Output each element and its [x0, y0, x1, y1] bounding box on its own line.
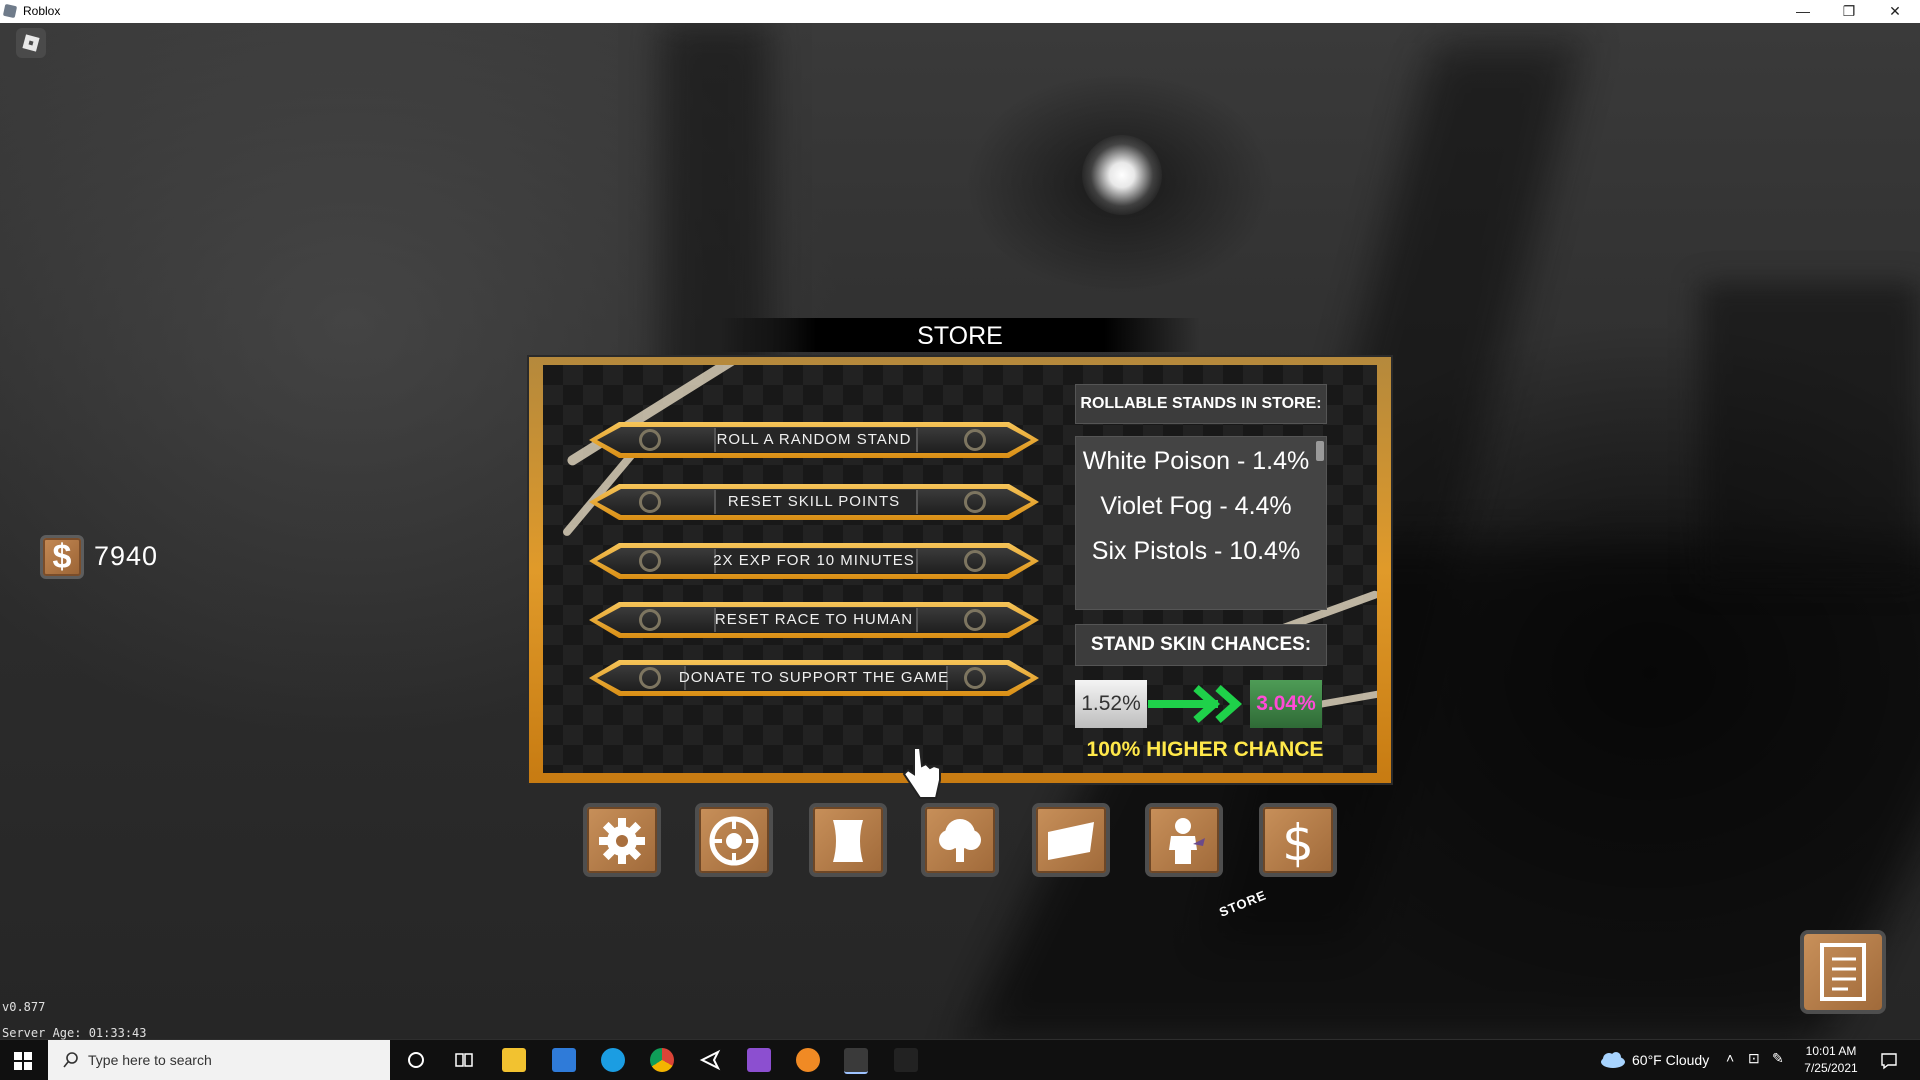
app-taskbar-icon[interactable]: [894, 1048, 918, 1072]
visual-studio-icon[interactable]: [747, 1048, 771, 1072]
dollar-icon: $: [1282, 814, 1314, 868]
roblox-menu-button[interactable]: [16, 28, 46, 58]
roblox-taskbar-icon[interactable]: [844, 1048, 868, 1074]
cortana-icon[interactable]: [404, 1048, 428, 1072]
dollar-icon: $: [40, 535, 84, 579]
device-icon[interactable]: ⊡: [1748, 1050, 1760, 1067]
button-label: ROLL A RANDOM STAND: [716, 431, 912, 448]
list-scrollbar[interactable]: [1316, 441, 1324, 461]
donate-button[interactable]: DONATE TO SUPPORT THE GAME: [589, 660, 1039, 696]
clock-date: 7/25/2021: [1804, 1061, 1858, 1075]
cloud-icon: [1601, 1052, 1625, 1068]
stand-entry: Violet Fog - 4.4%: [1100, 492, 1292, 520]
pen-icon[interactable]: ✎: [1772, 1050, 1784, 1067]
character-icon: [1169, 818, 1205, 864]
stats-button[interactable]: [695, 803, 773, 877]
button-label: DONATE TO SUPPORT THE GAME: [678, 669, 950, 686]
double-exp-button[interactable]: 2X EXP FOR 10 MINUTES: [589, 543, 1039, 579]
unity-icon[interactable]: [698, 1048, 722, 1072]
rollable-stands-header: ROLLABLE STANDS IN STORE:: [1075, 384, 1327, 424]
scroll-icon: [833, 820, 863, 862]
file-explorer-icon[interactable]: [502, 1048, 526, 1072]
search-placeholder: Type here to search: [88, 1052, 212, 1068]
reset-race-button[interactable]: RESET RACE TO HUMAN: [589, 602, 1039, 638]
clock-time: 10:01 AM: [1805, 1044, 1857, 1058]
gear-icon: [599, 818, 645, 864]
notification-icon[interactable]: [1880, 1052, 1898, 1070]
taskbar-clock[interactable]: 10:01 AM 7/25/2021: [1796, 1043, 1866, 1077]
double-arrow-icon: [1148, 685, 1243, 723]
search-icon: [63, 1052, 78, 1068]
store-button[interactable]: $: [1259, 803, 1337, 877]
reset-skill-points-button[interactable]: RESET SKILL POINTS: [589, 484, 1039, 520]
chrome-icon[interactable]: [650, 1048, 674, 1072]
windows-taskbar: Type here to search 60°F Cloudy ˄ ⊡ ✎ 10…: [0, 1040, 1920, 1080]
weather-text[interactable]: 60°F Cloudy: [1632, 1052, 1709, 1068]
minimize-button[interactable]: —: [1780, 0, 1826, 23]
banner-icon: [1048, 822, 1094, 860]
banner-button[interactable]: [1032, 803, 1110, 877]
scene-light: [1082, 135, 1162, 215]
settings-button[interactable]: [583, 803, 661, 877]
base-chance: 1.52%: [1075, 680, 1147, 728]
roblox-app-icon: [2, 3, 18, 19]
taskbar-search-input[interactable]: Type here to search: [48, 1040, 390, 1080]
window-title: Roblox: [23, 4, 61, 18]
quests-button[interactable]: [809, 803, 887, 877]
close-button[interactable]: ✕: [1872, 0, 1918, 23]
skill-tree-button[interactable]: [921, 803, 999, 877]
boosted-chance: 3.04%: [1250, 680, 1322, 728]
game-version: v0.877: [2, 1000, 46, 1014]
task-view-icon[interactable]: [452, 1048, 476, 1072]
svg-text:$: $: [1282, 814, 1314, 868]
chevron-up-icon[interactable]: ˄: [1726, 1050, 1734, 1066]
store-title: STORE: [917, 322, 1003, 350]
button-label: 2X EXP FOR 10 MINUTES: [713, 552, 915, 569]
roll-random-stand-button[interactable]: ROLL A RANDOM STAND: [589, 422, 1039, 458]
roblox-logo-icon: [22, 34, 40, 52]
stand-entry: White Poison - 1.4%: [1082, 447, 1310, 475]
blender-icon[interactable]: [796, 1048, 820, 1072]
pointer-hand-icon: [902, 747, 941, 799]
restore-button[interactable]: ❐: [1826, 0, 1872, 23]
higher-chance-label: 100% HIGHER CHANCE: [1086, 738, 1324, 761]
notes-button[interactable]: [1800, 930, 1886, 1014]
stats-wheel-icon: [709, 816, 759, 866]
edge-icon[interactable]: [601, 1048, 625, 1072]
character-button[interactable]: [1145, 803, 1223, 877]
scene-shadow: [1700, 283, 1920, 583]
windows-start-icon[interactable]: [14, 1052, 32, 1070]
window-titlebar: Roblox — ❐ ✕: [0, 0, 1920, 24]
stand-entry: Six Pistols - 10.4%: [1091, 537, 1301, 565]
mail-icon[interactable]: [552, 1048, 576, 1072]
currency-amount: 7940: [94, 541, 159, 571]
tree-icon: [939, 819, 981, 862]
notepad-icon: [1820, 943, 1866, 1001]
button-label: RESET SKILL POINTS: [727, 493, 901, 510]
button-label: RESET RACE TO HUMAN: [714, 611, 914, 628]
rollable-stands-list[interactable]: White Poison - 1.4% Violet Fog - 4.4% Si…: [1075, 436, 1327, 610]
store-title-bar: STORE: [720, 318, 1200, 352]
skin-chances-header: STAND SKIN CHANCES:: [1075, 624, 1327, 666]
server-age: Server Age: 01:33:43: [2, 1026, 147, 1040]
